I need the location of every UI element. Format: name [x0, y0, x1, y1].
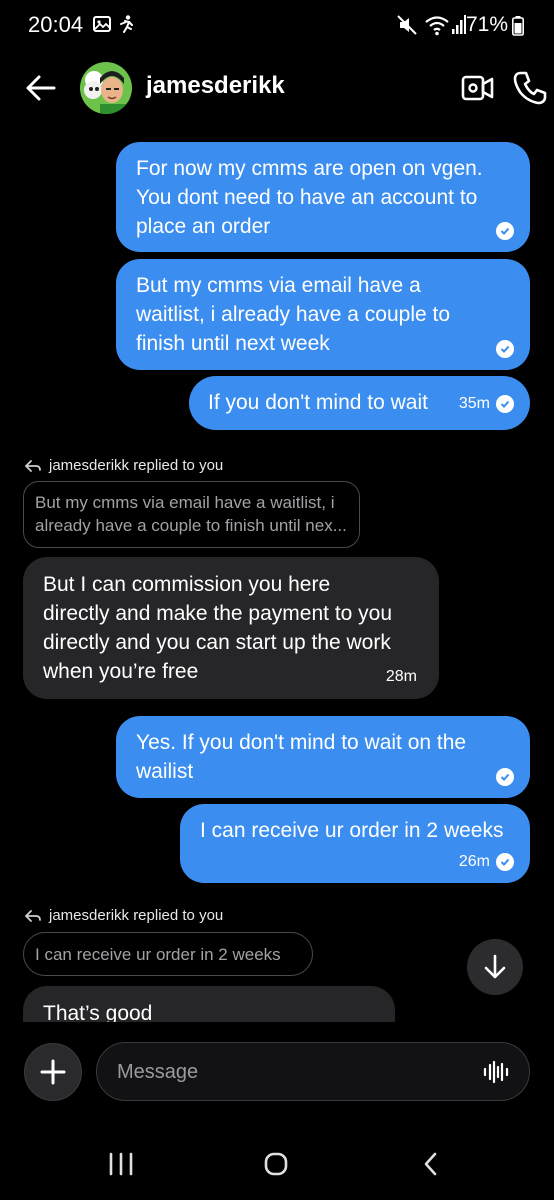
plus-icon — [40, 1059, 66, 1085]
reply-indicator: jamesderikk replied to you — [24, 907, 223, 924]
message-line: directly and make the payment to you — [43, 602, 393, 625]
status-bar: 20:04 71% — [0, 0, 554, 52]
mute-icon — [397, 15, 417, 35]
message-list[interactable]: For now my cmms are open on vgen. You do… — [0, 124, 554, 1022]
message-line: wailist — [136, 760, 194, 783]
message-line: waitlist, i already have a couple to — [136, 303, 451, 326]
chat-username[interactable]: jamesderikk — [146, 72, 285, 100]
status-time: 20:04 — [28, 12, 84, 37]
message-status — [496, 222, 514, 240]
scroll-down-arrow-icon — [484, 954, 506, 979]
message-time: 28m — [385, 668, 417, 685]
voice-waveform-icon[interactable] — [483, 1060, 509, 1084]
message-line: You dont need to have an account to — [136, 186, 478, 209]
nav-back-icon[interactable] — [421, 1151, 441, 1177]
message-bubble-outgoing[interactable]: If you don't mind to wait 35m — [189, 376, 530, 430]
avatar[interactable] — [80, 62, 132, 114]
message-line: That’s good — [43, 1002, 153, 1022]
signal-icon — [452, 15, 466, 34]
message-bubble-outgoing[interactable]: But my cmms via email have a waitlist, i… — [116, 259, 530, 370]
message-line: For now my cmms are open on vgen. — [136, 157, 483, 180]
message-status — [496, 768, 514, 786]
message-line: place an order — [136, 215, 271, 238]
quoted-line: I can receive ur order in 2 weeks — [35, 945, 281, 964]
quoted-line: But my cmms via email have a waitlist, i — [35, 493, 335, 512]
battery-percent: 71% — [465, 13, 508, 36]
seen-check-icon — [496, 340, 514, 358]
reply-arrow-icon — [24, 909, 41, 922]
reply-label: jamesderikk replied to you — [49, 457, 224, 474]
chat-header: jamesderikk — [0, 52, 554, 124]
message-line: directly and you can start up the work — [43, 631, 391, 654]
message-bubble-outgoing[interactable]: For now my cmms are open on vgen. You do… — [116, 142, 530, 252]
running-icon — [120, 15, 133, 33]
message-line: when you’re free — [43, 660, 199, 683]
battery-icon — [512, 16, 524, 36]
reply-arrow-icon — [24, 459, 41, 472]
message-line: But my cmms via email have a — [136, 274, 421, 297]
message-composer[interactable] — [96, 1042, 530, 1101]
message-bubble-outgoing[interactable]: Yes. If you don't mind to wait on the wa… — [116, 716, 530, 798]
quoted-message[interactable]: I can receive ur order in 2 weeks — [23, 932, 313, 976]
quoted-message[interactable]: But my cmms via email have a waitlist, i… — [23, 481, 360, 548]
message-bubble-incoming[interactable]: But I can commission you here directly a… — [23, 557, 439, 699]
message-bubble-incoming[interactable]: That’s good — [23, 986, 395, 1022]
message-line: If you don't mind to wait — [208, 391, 428, 414]
seen-check-icon — [496, 222, 514, 240]
wifi-icon — [425, 16, 449, 36]
message-status — [496, 340, 514, 358]
seen-check-icon — [496, 853, 514, 871]
nav-recents-icon[interactable] — [108, 1152, 134, 1176]
back-arrow-icon[interactable] — [22, 70, 60, 106]
reply-indicator: jamesderikk replied to you — [24, 457, 223, 474]
add-attachment-button[interactable] — [24, 1043, 82, 1101]
seen-check-icon — [496, 768, 514, 786]
seen-check-icon — [496, 395, 514, 413]
message-line: But I can commission you here — [43, 573, 331, 596]
reply-label: jamesderikk replied to you — [49, 907, 224, 924]
nav-home-icon[interactable] — [263, 1151, 289, 1177]
message-status: 35m — [459, 395, 514, 413]
message-time: 35m — [458, 395, 490, 412]
message-status: 26m — [459, 853, 514, 871]
message-bubble-outgoing[interactable]: I can receive ur order in 2 weeks 26m — [180, 804, 530, 883]
quoted-line: already have a couple to finish until ne… — [35, 516, 347, 535]
gallery-icon — [93, 16, 111, 32]
message-line: finish until next week — [136, 332, 330, 355]
message-line: I can receive ur order in 2 weeks — [200, 819, 504, 842]
video-call-icon[interactable] — [461, 72, 495, 104]
phone-icon[interactable] — [512, 70, 548, 106]
message-input[interactable] — [117, 1057, 457, 1087]
message-line: Yes. If you don't mind to wait on the — [136, 731, 467, 754]
scroll-to-bottom-button[interactable] — [467, 939, 523, 995]
message-time: 26m — [458, 853, 490, 870]
profile-picture — [80, 62, 132, 114]
